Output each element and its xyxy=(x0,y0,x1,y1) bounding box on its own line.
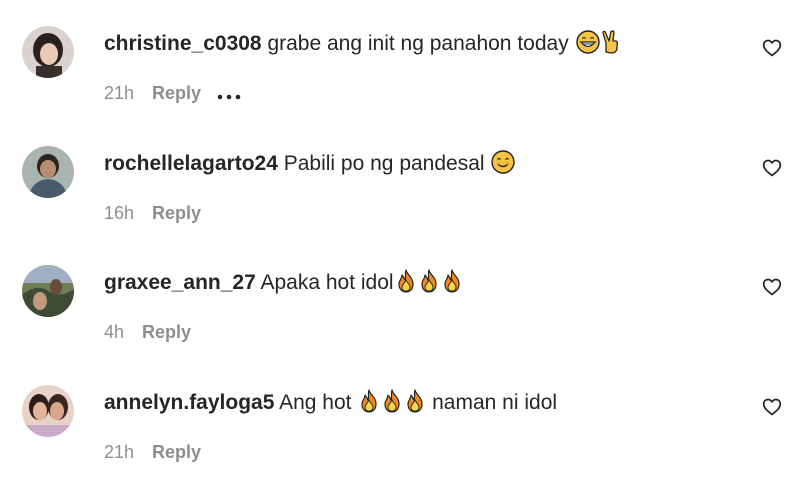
avatar[interactable] xyxy=(22,26,74,78)
comment-username[interactable]: graxee_ann_27 xyxy=(104,271,256,294)
fire-icon xyxy=(381,389,403,421)
avatar[interactable] xyxy=(22,146,74,198)
comment-item: christine_c0308 grabe ang init ng panaho… xyxy=(0,26,800,136)
comment-meta: 4h Reply xyxy=(104,321,191,343)
heart-icon[interactable] xyxy=(762,277,782,302)
comment-time[interactable]: 21h xyxy=(104,442,134,462)
comment-line: christine_c0308 grabe ang init ng panaho… xyxy=(104,30,621,62)
comment-line: rochellelagarto24 Pabili po ng pandesal xyxy=(104,150,516,182)
reply-button[interactable]: Reply xyxy=(152,83,201,103)
comment-time[interactable]: 4h xyxy=(104,322,124,342)
reply-button[interactable]: Reply xyxy=(152,442,201,462)
comment-line: graxee_ann_27 Apaka hot idol xyxy=(104,269,463,301)
fire-icon xyxy=(395,269,417,301)
comment-time[interactable]: 21h xyxy=(104,83,134,103)
comment-meta: 21h Reply xyxy=(104,441,201,463)
comment-item: annelyn.fayloga5 Ang hot naman ni idol 2… xyxy=(0,385,800,495)
comment-username[interactable]: annelyn.fayloga5 xyxy=(104,391,274,414)
fire-icon xyxy=(404,389,426,421)
avatar[interactable] xyxy=(22,385,74,437)
more-icon[interactable] xyxy=(217,83,241,105)
comment-text: Apaka hot idol xyxy=(255,271,394,294)
reply-button[interactable]: Reply xyxy=(142,322,191,342)
heart-icon[interactable] xyxy=(762,397,782,422)
victory-hand-icon xyxy=(601,30,621,62)
comment-meta: 16h Reply xyxy=(104,202,201,224)
comment-line: annelyn.fayloga5 Ang hot naman ni idol xyxy=(104,389,557,421)
comment-text-after: naman ni idol xyxy=(426,391,558,414)
comment-item: graxee_ann_27 Apaka hot idol 4h Reply xyxy=(0,265,800,375)
fire-icon xyxy=(418,269,440,301)
smiling-face-icon xyxy=(491,150,516,182)
fire-icon xyxy=(441,269,463,301)
reply-button[interactable]: Reply xyxy=(152,203,201,223)
fire-icon xyxy=(358,389,380,421)
comment-username[interactable]: rochellelagarto24 xyxy=(104,152,278,175)
comment-meta: 21h Reply xyxy=(104,82,241,105)
comment-username[interactable]: christine_c0308 xyxy=(104,32,262,55)
comment-item: rochellelagarto24 Pabili po ng pandesal … xyxy=(0,146,800,256)
avatar[interactable] xyxy=(22,265,74,317)
heart-icon[interactable] xyxy=(762,158,782,183)
comment-text: Pabili po ng pandesal xyxy=(277,152,491,175)
comment-text: grabe ang init ng panahon today xyxy=(261,32,575,55)
heart-icon[interactable] xyxy=(762,38,782,63)
comment-time[interactable]: 16h xyxy=(104,203,134,223)
comment-text: Ang hot xyxy=(274,391,358,414)
grinning-face-icon xyxy=(575,30,600,62)
